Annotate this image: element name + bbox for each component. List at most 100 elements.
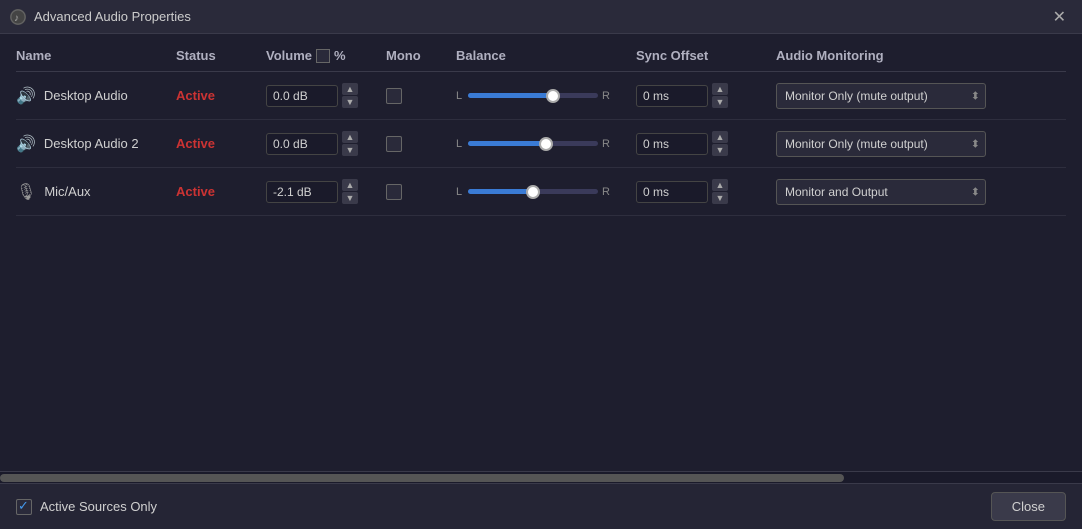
balance-track-desktop-audio[interactable]: [468, 93, 598, 98]
active-sources-checkbox[interactable]: [16, 499, 32, 515]
sync-input-desktop-audio[interactable]: [636, 85, 708, 107]
monitoring-select-desktop-audio[interactable]: No MonitorMonitor Only (mute output)Moni…: [776, 83, 986, 109]
app-icon: ♪: [10, 9, 26, 25]
mono-checkbox-mic-aux[interactable]: [386, 184, 402, 200]
balance-cell-desktop-audio-2: L R: [456, 138, 626, 150]
sync-up-desktop-audio-2[interactable]: ▲: [712, 131, 728, 143]
volume-input-mic-aux[interactable]: [266, 181, 338, 203]
source-name-desktop-audio-2: 🔊 Desktop Audio 2: [16, 134, 176, 154]
balance-r-label-mic-aux: R: [602, 186, 610, 198]
sync-down-desktop-audio-2[interactable]: ▼: [712, 144, 728, 156]
table-rows: 🔊 Desktop Audio Active ▲ ▼ L R: [16, 72, 1066, 471]
volume-spinner-desktop-audio-2[interactable]: ▲ ▼: [342, 131, 358, 156]
svg-text:♪: ♪: [14, 13, 19, 24]
mono-checkbox-desktop-audio-2[interactable]: [386, 136, 402, 152]
table-header: Name Status Volume % Mono Balance Sync O…: [16, 44, 1066, 72]
status-badge-desktop-audio-2: Active: [176, 136, 215, 151]
mono-checkbox-desktop-audio[interactable]: [386, 88, 402, 104]
monitoring-select-mic-aux[interactable]: No MonitorMonitor Only (mute output)Moni…: [776, 179, 986, 205]
volume-control-mic-aux[interactable]: ▲ ▼: [266, 179, 386, 204]
volume-input-desktop-audio[interactable]: [266, 85, 338, 107]
status-badge-desktop-audio: Active: [176, 88, 215, 103]
status-cell-desktop-audio: Active: [176, 88, 266, 103]
balance-thumb-mic-aux[interactable]: [526, 185, 540, 199]
sync-down-desktop-audio[interactable]: ▼: [712, 96, 728, 108]
col-header-monitoring: Audio Monitoring: [776, 48, 996, 63]
volume-spinner-mic-aux[interactable]: ▲ ▼: [342, 179, 358, 204]
title-bar-left: ♪ Advanced Audio Properties: [10, 9, 191, 25]
title-bar: ♪ Advanced Audio Properties ✕: [0, 0, 1082, 34]
volume-input-desktop-audio-2[interactable]: [266, 133, 338, 155]
volume-down-desktop-audio-2[interactable]: ▼: [342, 144, 358, 156]
balance-thumb-desktop-audio-2[interactable]: [539, 137, 553, 151]
source-label-desktop-audio: Desktop Audio: [44, 88, 128, 103]
sync-up-desktop-audio[interactable]: ▲: [712, 83, 728, 95]
volume-up-desktop-audio[interactable]: ▲: [342, 83, 358, 95]
volume-down-desktop-audio[interactable]: ▼: [342, 96, 358, 108]
volume-down-mic-aux[interactable]: ▼: [342, 192, 358, 204]
col-header-name: Name: [16, 48, 176, 63]
mono-cell-desktop-audio-2: [386, 136, 456, 152]
balance-track-mic-aux[interactable]: [468, 189, 598, 194]
col-header-balance: Balance: [456, 48, 636, 63]
sync-cell-desktop-audio-2[interactable]: ▲ ▼: [636, 131, 776, 156]
status-cell-desktop-audio-2: Active: [176, 136, 266, 151]
monitoring-cell-mic-aux[interactable]: No MonitorMonitor Only (mute output)Moni…: [776, 179, 986, 205]
source-icon-desktop-audio: 🔊: [16, 86, 36, 106]
monitoring-cell-desktop-audio[interactable]: No MonitorMonitor Only (mute output)Moni…: [776, 83, 986, 109]
table-row: 🔊 Desktop Audio Active ▲ ▼ L R: [16, 72, 1066, 120]
monitoring-cell-desktop-audio-2[interactable]: No MonitorMonitor Only (mute output)Moni…: [776, 131, 986, 157]
active-sources-label[interactable]: Active Sources Only: [16, 499, 157, 515]
balance-thumb-desktop-audio[interactable]: [546, 89, 560, 103]
volume-up-desktop-audio-2[interactable]: ▲: [342, 131, 358, 143]
table-row: 🎙 Mic/Aux Active ▲ ▼ L R ▲: [16, 168, 1066, 216]
balance-l-label-desktop-audio: L: [456, 90, 464, 102]
balance-r-label-desktop-audio-2: R: [602, 138, 610, 150]
source-name-desktop-audio: 🔊 Desktop Audio: [16, 86, 176, 106]
sync-up-mic-aux[interactable]: ▲: [712, 179, 728, 191]
active-sources-text: Active Sources Only: [40, 499, 157, 514]
sync-input-desktop-audio-2[interactable]: [636, 133, 708, 155]
sync-cell-desktop-audio[interactable]: ▲ ▼: [636, 83, 776, 108]
window-close-button[interactable]: ✕: [1047, 5, 1072, 29]
balance-l-label-desktop-audio-2: L: [456, 138, 464, 150]
monitoring-select-desktop-audio-2[interactable]: No MonitorMonitor Only (mute output)Moni…: [776, 131, 986, 157]
main-content: Name Status Volume % Mono Balance Sync O…: [0, 34, 1082, 483]
source-icon-mic-aux: 🎙: [16, 182, 36, 202]
close-button[interactable]: Close: [991, 492, 1066, 521]
sync-spinner-desktop-audio[interactable]: ▲ ▼: [712, 83, 728, 108]
volume-up-mic-aux[interactable]: ▲: [342, 179, 358, 191]
volume-control-desktop-audio-2[interactable]: ▲ ▼: [266, 131, 386, 156]
col-header-mono: Mono: [386, 48, 456, 63]
sync-input-mic-aux[interactable]: [636, 181, 708, 203]
window-title: Advanced Audio Properties: [34, 9, 191, 24]
source-icon-desktop-audio-2: 🔊: [16, 134, 36, 154]
scrollbar-thumb[interactable]: [0, 474, 844, 482]
sync-cell-mic-aux[interactable]: ▲ ▼: [636, 179, 776, 204]
col-header-status: Status: [176, 48, 266, 63]
source-name-mic-aux: 🎙 Mic/Aux: [16, 182, 176, 202]
sync-spinner-desktop-audio-2[interactable]: ▲ ▼: [712, 131, 728, 156]
horizontal-scrollbar[interactable]: [0, 471, 1082, 483]
mono-cell-desktop-audio: [386, 88, 456, 104]
source-label-desktop-audio-2: Desktop Audio 2: [44, 136, 139, 151]
balance-r-label-desktop-audio: R: [602, 90, 610, 102]
volume-header-checkbox[interactable]: [316, 49, 330, 63]
balance-track-desktop-audio-2[interactable]: [468, 141, 598, 146]
source-label-mic-aux: Mic/Aux: [44, 184, 90, 199]
balance-fill-mic-aux: [468, 189, 533, 194]
balance-fill-desktop-audio: [468, 93, 553, 98]
sync-down-mic-aux[interactable]: ▼: [712, 192, 728, 204]
balance-fill-desktop-audio-2: [468, 141, 546, 146]
status-cell-mic-aux: Active: [176, 184, 266, 199]
footer: Active Sources Only Close: [0, 483, 1082, 529]
status-badge-mic-aux: Active: [176, 184, 215, 199]
balance-cell-desktop-audio: L R: [456, 90, 626, 102]
sync-spinner-mic-aux[interactable]: ▲ ▼: [712, 179, 728, 204]
volume-spinner-desktop-audio[interactable]: ▲ ▼: [342, 83, 358, 108]
col-header-volume: Volume %: [266, 48, 386, 63]
balance-l-label-mic-aux: L: [456, 186, 464, 198]
table-row: 🔊 Desktop Audio 2 Active ▲ ▼ L R: [16, 120, 1066, 168]
col-header-sync: Sync Offset: [636, 48, 776, 63]
volume-control-desktop-audio[interactable]: ▲ ▼: [266, 83, 386, 108]
